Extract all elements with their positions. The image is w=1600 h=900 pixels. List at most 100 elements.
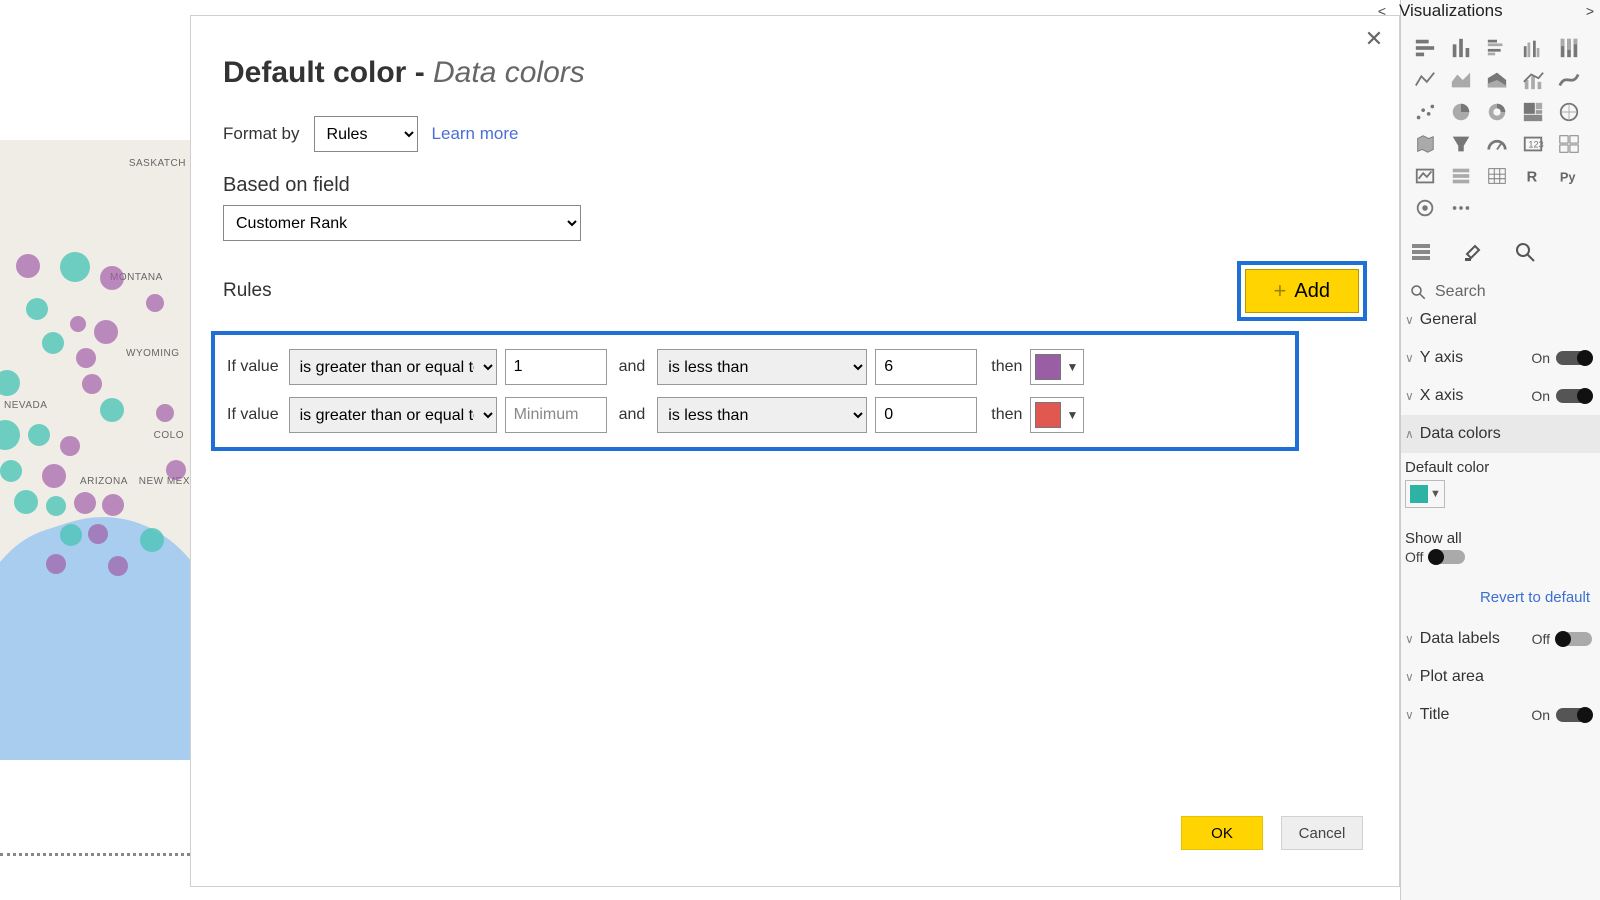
dialog-title: Default color - Data colors — [223, 56, 1399, 90]
rule-row: If valueis greater than or equal toandis… — [221, 343, 1289, 391]
add-rule-button[interactable]: + Add — [1245, 269, 1359, 313]
based-on-field-label: Based on field — [223, 174, 1399, 197]
rule-op1-select[interactable]: is greater than or equal to — [289, 349, 497, 385]
map-label: COLO — [154, 430, 184, 441]
rule-op2-select[interactable]: is less than — [657, 349, 867, 385]
arcgis-icon[interactable] — [1409, 194, 1441, 222]
data-labels-option[interactable]: ∨Data labels Off — [1401, 620, 1600, 658]
py-visual-icon[interactable]: Py — [1553, 162, 1585, 190]
default-color-picker[interactable]: ▼ — [1405, 480, 1445, 508]
stacked-bar-icon[interactable] — [1409, 34, 1441, 62]
close-icon[interactable]: ✕ — [1363, 28, 1385, 50]
rules-highlight-box: If valueis greater than or equal toandis… — [211, 331, 1299, 451]
clustered-column-icon[interactable] — [1517, 34, 1549, 62]
kpi-icon[interactable] — [1409, 162, 1441, 190]
multi-card-icon[interactable] — [1553, 130, 1585, 158]
if-value-label: If value — [227, 358, 279, 376]
rule-value2-input[interactable] — [875, 397, 977, 433]
rule-op1-select[interactable]: is greater than or equal to — [289, 397, 497, 433]
card-icon[interactable]: 123 — [1517, 130, 1549, 158]
visualizations-pane: < Visualizations > 123 R Py — [1400, 0, 1600, 900]
chevron-down-icon: ▼ — [1066, 360, 1078, 374]
rule-op2-select[interactable]: is less than — [657, 397, 867, 433]
map-icon[interactable] — [1553, 98, 1585, 126]
title-toggle[interactable]: On — [1531, 707, 1592, 723]
then-label: then — [991, 358, 1022, 376]
scatter-chart-icon[interactable] — [1409, 98, 1441, 126]
title-sub: Data colors — [433, 56, 585, 89]
revert-to-default-link[interactable]: Revert to default — [1401, 565, 1600, 620]
plus-icon: + — [1274, 278, 1287, 304]
slicer-icon[interactable] — [1445, 162, 1477, 190]
format-tab-icon[interactable] — [1461, 240, 1485, 269]
map-label: SASKATCH — [129, 158, 186, 169]
map-label: NEVADA — [4, 400, 47, 411]
plot-area-option[interactable]: ∨Plot area — [1401, 658, 1600, 696]
learn-more-link[interactable]: Learn more — [432, 124, 519, 144]
pie-chart-icon[interactable] — [1445, 98, 1477, 126]
if-value-label: If value — [227, 406, 279, 424]
analytics-tab-icon[interactable] — [1513, 240, 1537, 269]
hundred-stacked-icon[interactable] — [1553, 34, 1585, 62]
divider — [0, 853, 190, 856]
filled-map-icon[interactable] — [1409, 130, 1441, 158]
rule-value1-input[interactable] — [505, 349, 607, 385]
rule-color-picker[interactable]: ▼ — [1030, 397, 1084, 433]
line-chart-icon[interactable] — [1409, 66, 1441, 94]
chevron-right-icon[interactable]: > — [1579, 3, 1600, 19]
r-visual-icon[interactable]: R — [1517, 162, 1549, 190]
title-main: Default color - — [223, 56, 433, 89]
cancel-button[interactable]: Cancel — [1281, 816, 1363, 850]
more-visuals-icon[interactable] — [1445, 194, 1477, 222]
add-label: Add — [1294, 280, 1330, 303]
ok-button[interactable]: OK — [1181, 816, 1263, 850]
rule-color-picker[interactable]: ▼ — [1030, 349, 1084, 385]
general-option[interactable]: ∨General — [1401, 301, 1600, 339]
x-axis-toggle[interactable]: On — [1531, 388, 1592, 404]
show-all-label: Show all — [1401, 508, 1600, 549]
x-axis-option[interactable]: ∨X axis On — [1401, 377, 1600, 415]
ribbon-chart-icon[interactable] — [1553, 66, 1585, 94]
chevron-left-icon[interactable]: < — [1371, 3, 1393, 19]
rule-value1-input[interactable] — [505, 397, 607, 433]
svg-text:R: R — [1527, 170, 1538, 186]
chevron-down-icon: ▼ — [1430, 488, 1441, 500]
rule-value2-input[interactable] — [875, 349, 977, 385]
visualization-gallery: 123 R Py — [1409, 34, 1600, 222]
data-labels-toggle[interactable]: Off — [1532, 631, 1592, 647]
combo-chart-icon[interactable] — [1517, 66, 1549, 94]
add-highlight: + Add — [1237, 261, 1367, 321]
gauge-icon[interactable] — [1481, 130, 1513, 158]
color-swatch — [1410, 485, 1428, 503]
donut-chart-icon[interactable] — [1481, 98, 1513, 126]
map-preview: SASKATCH MONTANA WYOMING NEVADA COLO ARI… — [0, 140, 190, 760]
area-chart-icon[interactable] — [1445, 66, 1477, 94]
search-icon — [1409, 283, 1427, 301]
then-label: then — [991, 406, 1022, 424]
stacked-column-icon[interactable] — [1445, 34, 1477, 62]
search-row[interactable]: Search — [1409, 283, 1600, 301]
fields-tab-icon[interactable] — [1409, 240, 1433, 269]
show-all-toggle[interactable]: Off — [1405, 549, 1600, 565]
map-label: WYOMING — [126, 348, 180, 359]
y-axis-option[interactable]: ∨Y axis On — [1401, 339, 1600, 377]
chevron-down-icon: ▼ — [1066, 408, 1078, 422]
rules-heading: Rules — [223, 280, 272, 302]
table-icon[interactable] — [1481, 162, 1513, 190]
clustered-bar-icon[interactable] — [1481, 34, 1513, 62]
data-colors-option[interactable]: ∧Data colors — [1401, 415, 1600, 453]
color-swatch — [1035, 402, 1061, 428]
map-label: ARIZONA — [80, 476, 128, 487]
search-label: Search — [1435, 283, 1486, 301]
y-axis-toggle[interactable]: On — [1531, 350, 1592, 366]
and-label: and — [619, 406, 646, 424]
stacked-area-icon[interactable] — [1481, 66, 1513, 94]
based-on-field-select[interactable]: Customer Rank — [223, 205, 581, 241]
format-by-select[interactable]: Rules — [314, 116, 418, 152]
svg-text:Py: Py — [1560, 170, 1577, 185]
svg-text:123: 123 — [1528, 140, 1543, 150]
treemap-icon[interactable] — [1517, 98, 1549, 126]
title-option[interactable]: ∨Title On — [1401, 696, 1600, 734]
funnel-icon[interactable] — [1445, 130, 1477, 158]
color-swatch — [1035, 354, 1061, 380]
